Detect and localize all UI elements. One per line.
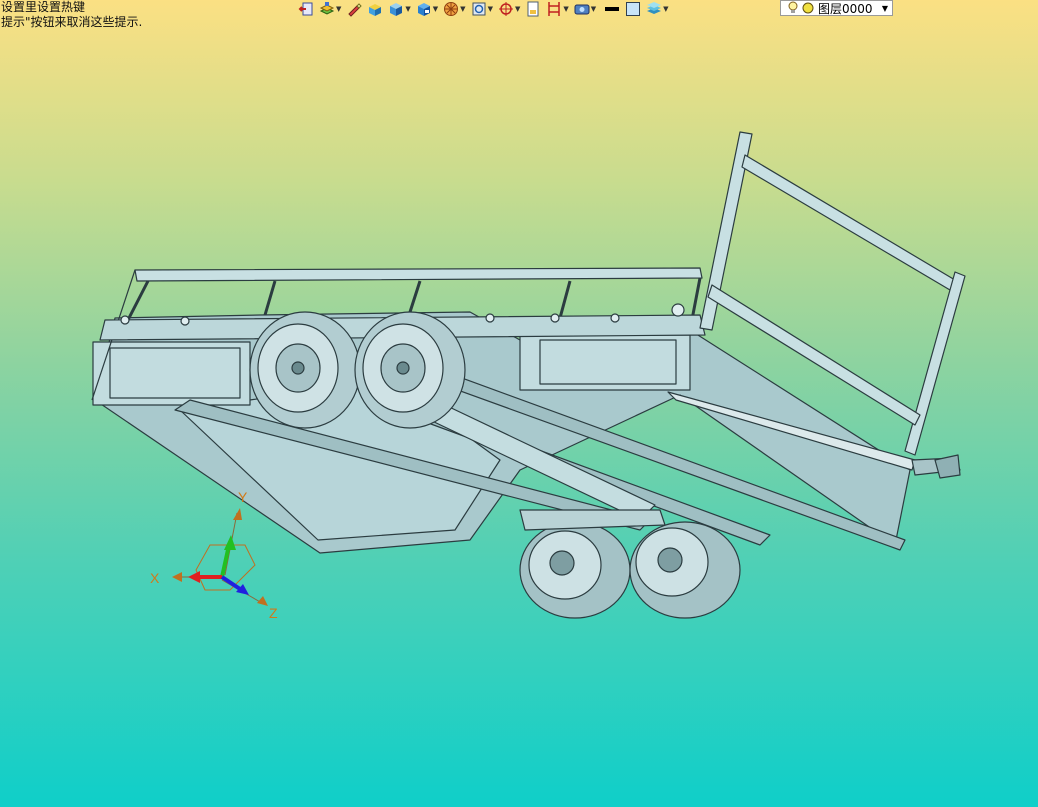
3d-viewport[interactable]: X Y Z <box>0 0 1038 807</box>
road-wheel-1 <box>519 521 631 619</box>
x-axis-label: X <box>150 570 160 586</box>
spare-wheel-1 <box>249 311 361 429</box>
y-axis-label: Y <box>238 489 248 505</box>
spare-wheel-2 <box>354 311 466 429</box>
side-panel-left <box>92 341 251 406</box>
road-wheel-2 <box>629 521 741 619</box>
z-axis-label: Z <box>269 605 278 621</box>
top-rail <box>134 267 703 282</box>
side-panel-right <box>519 334 691 391</box>
